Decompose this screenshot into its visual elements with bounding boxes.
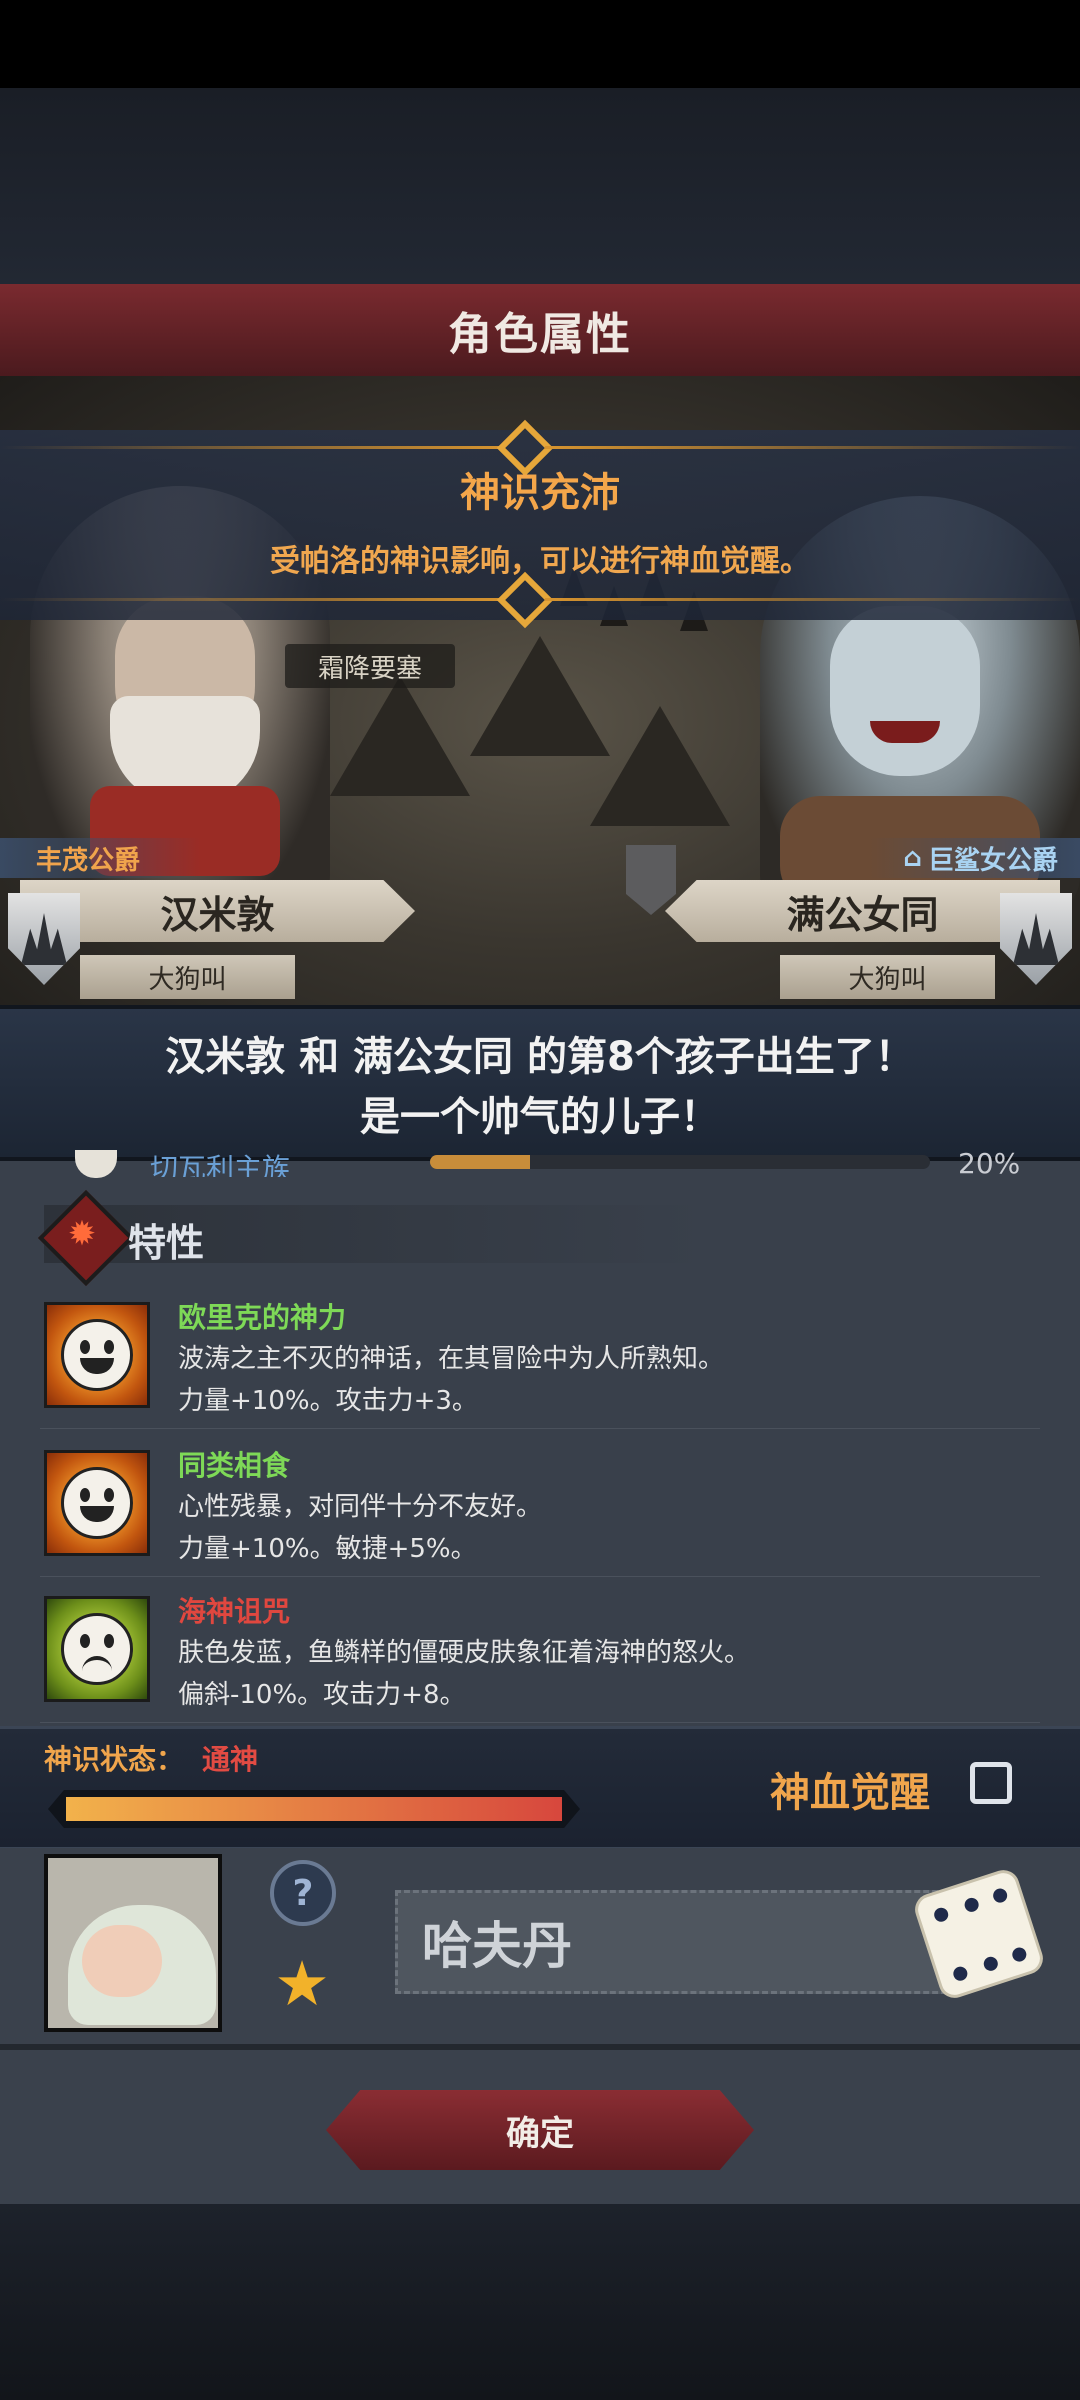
- happy-face-icon: [44, 1302, 150, 1408]
- divine-status-label: 神识状态：: [44, 1743, 185, 1776]
- mother-mouth: [870, 721, 940, 743]
- divine-blood-awaken-label[interactable]: 神血觉醒: [770, 1760, 930, 1818]
- background-dim-top: [0, 88, 1080, 284]
- fire-icon: ✹: [67, 1214, 97, 1254]
- trait-description: 波涛之主不灭的神话，在其冒险中为人所熟知。: [178, 1344, 725, 1374]
- divine-status-value: 通神: [202, 1743, 259, 1776]
- clan-percent: 20%: [958, 1147, 1021, 1177]
- trait-effect: 力量+10%。敏捷+5%。: [178, 1534, 477, 1564]
- star-icon[interactable]: ★: [270, 1952, 334, 2016]
- clan-progress-fill: [430, 1155, 530, 1169]
- child-face: [82, 1925, 162, 1997]
- trait-row[interactable]: 欧里克的神力 波涛之主不灭的神话，在其冒险中为人所熟知。 力量+10%。攻击力+…: [40, 1288, 1040, 1429]
- confirm-button[interactable]: 确定: [326, 2090, 754, 2170]
- father-subtitle: 大狗叫: [80, 955, 295, 999]
- map-mountain: [590, 706, 730, 826]
- mother-face: [830, 606, 980, 776]
- trait-description: 心性残暴，对同伴十分不友好。: [178, 1492, 543, 1522]
- father-rank: 丰茂公爵: [0, 838, 200, 878]
- trait-description: 肤色发蓝，鱼鳞样的僵硬皮肤象征着海神的怒火。: [178, 1638, 751, 1668]
- event-description: 受帕洛的神识影响，可以进行神血觉醒。: [270, 544, 810, 579]
- dialog-title: 角色属性: [448, 309, 632, 360]
- system-status-bar: [0, 0, 1080, 88]
- traits-title: 特性: [128, 1221, 205, 1265]
- map-location-label: 霜降要塞: [285, 644, 455, 688]
- help-question-icon[interactable]: ?: [270, 1860, 336, 1926]
- divine-blood-awaken-checkbox[interactable]: [970, 1762, 1012, 1804]
- mother-subtitle: 大狗叫: [780, 955, 995, 999]
- mother-rank-label: 巨鲨女公爵: [927, 845, 1058, 876]
- background-dim-bottom: [0, 2204, 1080, 2400]
- trait-row[interactable]: 海神诅咒 肤色发蓝，鱼鳞样的僵硬皮肤象征着海神的怒火。 偏斜-10%。攻击力+8…: [40, 1582, 1040, 1723]
- map-mountain: [330, 676, 470, 796]
- event-banner: [0, 419, 1080, 629]
- birth-message-line2: 是一个帅气的儿子！: [360, 1094, 720, 1140]
- clan-label: 切瓦利主族: [150, 1152, 291, 1177]
- trait-name: 欧里克的神力: [178, 1301, 347, 1334]
- mother-rank: ⌂ 巨鲨女公爵: [870, 838, 1080, 878]
- divine-status-bar-fill: [66, 1797, 562, 1821]
- trait-row[interactable]: 同类相食 心性残暴，对同伴十分不友好。 力量+10%。敏捷+5%。: [40, 1436, 1040, 1577]
- trait-name: 海神诅咒: [178, 1595, 291, 1628]
- ornament-bottom: [0, 571, 1080, 629]
- child-name-input[interactable]: 哈夫丹: [395, 1890, 965, 1994]
- clan-progress-bar: [430, 1155, 930, 1169]
- trait-effect: 偏斜-10%。攻击力+8。: [178, 1680, 466, 1710]
- map-mountain: [470, 636, 610, 756]
- event-title: 神识充沛: [460, 470, 620, 516]
- happy-face-icon: [44, 1450, 150, 1556]
- house-icon: ⌂: [903, 843, 922, 873]
- sad-face-icon: [44, 1596, 150, 1702]
- dialog-title-bar: 角色属性: [0, 284, 1080, 379]
- trait-effect: 力量+10%。攻击力+3。: [178, 1386, 478, 1416]
- birth-message-line1: 汉米敦 和 满公女同 的第8个孩子出生了！: [165, 1034, 915, 1080]
- trait-name: 同类相食: [178, 1449, 291, 1482]
